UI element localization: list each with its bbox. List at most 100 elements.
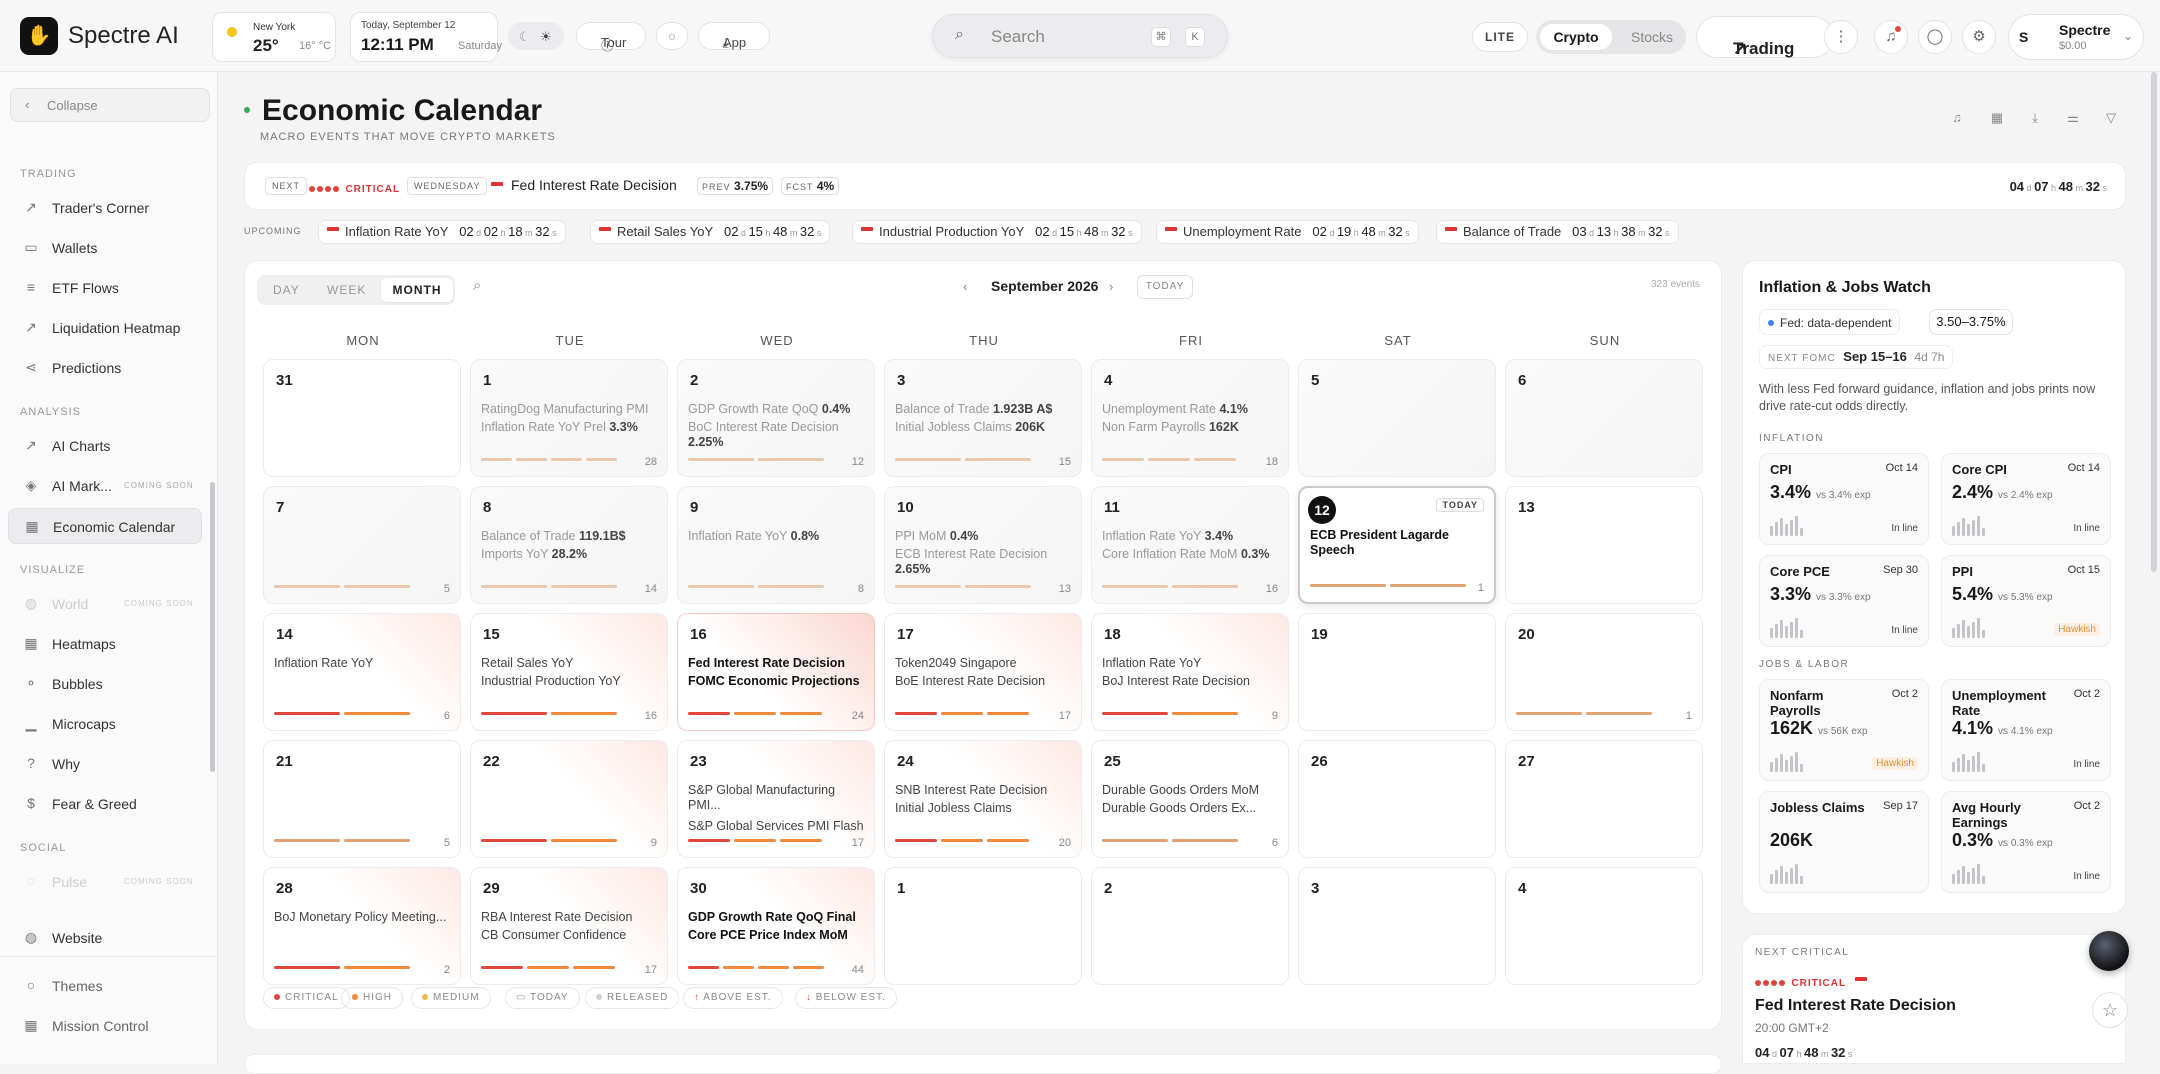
calendar-day-cell[interactable]: 16 Fed Interest Rate Decision FOMC Econom… (677, 613, 875, 731)
upcoming-chip[interactable]: Unemployment Rate 02 d 19 h 48 m 32 s (1156, 220, 1419, 244)
calendar-event[interactable]: SNB Interest Rate Decision (895, 783, 1073, 798)
calendar-event[interactable]: Initial Jobless Claims 206K (895, 420, 1073, 435)
sidebar-item-bubbles[interactable]: ⚬ Bubbles (8, 666, 202, 702)
sidebar-scrollbar[interactable] (210, 482, 215, 772)
calendar-event[interactable]: Inflation Rate YoY (274, 656, 452, 671)
calendar-event[interactable]: FOMC Economic Projections (688, 674, 866, 689)
calendar-day-cell[interactable]: 4 Unemployment Rate 4.1% Non Farm Payrolls… (1091, 359, 1289, 477)
sidebar-item-economic-calendar[interactable]: ▦ Economic Calendar (8, 508, 202, 544)
main-scrollbar[interactable] (2151, 72, 2157, 572)
calendar-event[interactable]: Core PCE Price Index MoM (688, 928, 866, 943)
calendar-event[interactable]: Token2049 Singapore (895, 656, 1073, 671)
legend-critical[interactable]: CRITICAL (263, 987, 350, 1009)
calendar-event[interactable]: Non Farm Payrolls 162K (1102, 420, 1280, 435)
calendar-day-cell[interactable]: 8 Balance of Trade 119.1B$ Imports YoY 28.… (470, 486, 668, 604)
calendar-event[interactable]: Unemployment Rate 4.1% (1102, 402, 1280, 417)
calendar-day-cell[interactable]: 25 Durable Goods Orders MoM Durable Goods… (1091, 740, 1289, 858)
stocks-tab[interactable]: Stocks (1622, 24, 1682, 50)
calendar-day-cell[interactable]: 20 1 (1505, 613, 1703, 731)
calendar-event[interactable]: S&P Global Manufacturing PMI... (688, 783, 866, 813)
calendar-event[interactable]: Durable Goods Orders MoM (1102, 783, 1280, 798)
calendar-day-cell[interactable]: 1 (884, 867, 1082, 985)
sidebar-item-mission-control[interactable]: ▦ Mission Control (8, 1008, 202, 1044)
calendar-icon[interactable]: ▦ (1984, 110, 2010, 134)
calendar-day-cell[interactable]: 17 Token2049 Singapore BoE Interest Rate … (884, 613, 1082, 731)
calendar-day-cell[interactable]: 22 9 (470, 740, 668, 858)
upcoming-chip[interactable]: Balance of Trade 03 d 13 h 38 m 32 s (1436, 220, 1679, 244)
calendar-day-cell[interactable]: 10 PPI MoM 0.4% ECB Interest Rate Decision… (884, 486, 1082, 604)
theme-toggle[interactable]: ☾ ☀ (508, 22, 564, 50)
tour-button[interactable]: ⓘ Tour (576, 22, 646, 53)
next-month-icon[interactable]: › (1109, 279, 1113, 294)
indicator-card[interactable]: Nonfarm Payrolls Oct 2 162K vs 56K exp Hawk… (1759, 679, 1929, 781)
indicator-card[interactable]: Core CPI Oct 14 2.4% vs 2.4% exp In line (1941, 453, 2111, 545)
calendar-event[interactable]: S&P Global Services PMI Flash (688, 819, 866, 834)
calendar-day-cell[interactable]: 2 GDP Growth Rate QoQ 0.4% BoC Interest Ra… (677, 359, 875, 477)
calendar-day-cell[interactable]: 24 SNB Interest Rate Decision Initial Job… (884, 740, 1082, 858)
app-button[interactable]: ⤓ App (698, 22, 770, 50)
assistant-orb[interactable] (2089, 931, 2129, 971)
upcoming-chip[interactable]: Retail Sales YoY 02 d 15 h 48 m 32 s (590, 220, 831, 244)
sidebar-item-traders-corner[interactable]: ↗ Trader's Corner (8, 190, 202, 226)
calendar-day-cell[interactable]: 9 Inflation Rate YoY 0.8% 8 (677, 486, 875, 604)
calendar-day-cell[interactable]: 18 Inflation Rate YoY BoJ Interest Rate D… (1091, 613, 1289, 731)
calendar-day-cell[interactable]: 21 5 (263, 740, 461, 858)
bell-icon[interactable]: ♫ (1874, 20, 1908, 54)
moon-icon[interactable]: ☾ (519, 29, 531, 45)
calendar-day-cell[interactable]: 29 RBA Interest Rate Decision CB Consumer… (470, 867, 668, 985)
upcoming-chip[interactable]: Inflation Rate YoY 02 d 02 h 18 m 32 s (318, 220, 566, 244)
indicator-card[interactable]: Avg Hourly Earnings Oct 2 0.3% vs 0.3% exp… (1941, 791, 2111, 893)
calendar-day-cell[interactable]: 26 (1298, 740, 1496, 858)
status-icon[interactable]: ○ (656, 22, 688, 50)
next-critical-card[interactable]: NEXT CRITICAL CRITICAL Fed Interest Rate… (1742, 934, 2126, 1064)
legend-medium[interactable]: MEDIUM (411, 987, 491, 1009)
calendar-event[interactable]: BoJ Interest Rate Decision (1102, 674, 1280, 689)
account-menu[interactable]: S Spectre $0.00 ⌄ (2008, 14, 2144, 60)
calendar-day-cell[interactable]: 4 (1505, 867, 1703, 985)
lite-button[interactable]: LITE (1472, 22, 1528, 52)
calendar-event[interactable]: Retail Sales YoY (481, 656, 659, 671)
sidebar-item-heatmaps[interactable]: ▦ Heatmaps (8, 626, 202, 662)
calendar-event[interactable]: GDP Growth Rate QoQ Final (688, 910, 866, 925)
sun-icon[interactable]: ☀ (540, 29, 552, 45)
logo-icon[interactable]: ✋ (20, 17, 58, 55)
sidebar-item-liquidation-heatmap[interactable]: ↗ Liquidation Heatmap (8, 310, 202, 346)
trading-button[interactable]: ↗ Trading (1696, 16, 1834, 58)
calendar-event[interactable]: Balance of Trade 1.923B A$ (895, 402, 1073, 417)
sidebar-item-microcaps[interactable]: ▁ Microcaps (8, 706, 202, 742)
collapse-button[interactable]: ‹ Collapse (10, 88, 210, 122)
calendar-day-cell[interactable]: 3 (1298, 867, 1496, 985)
indicator-card[interactable]: Unemployment Rate Oct 2 4.1% vs 4.1% exp In… (1941, 679, 2111, 781)
indicator-card[interactable]: Jobless Claims Sep 17 206K (1759, 791, 1929, 893)
calendar-event[interactable]: Initial Jobless Claims (895, 801, 1073, 816)
sidebar-item-why[interactable]: ? Why (8, 746, 202, 782)
calendar-event[interactable]: ECB Interest Rate Decision 2.65% (895, 547, 1073, 577)
upcoming-chip[interactable]: Industrial Production YoY 02 d 15 h 48 m… (852, 220, 1142, 244)
calendar-event[interactable]: Core Inflation Rate MoM 0.3% (1102, 547, 1280, 562)
calendar-day-cell[interactable]: 5 (1298, 359, 1496, 477)
indicator-card[interactable]: CPI Oct 14 3.4% vs 3.4% exp In line (1759, 453, 1929, 545)
legend-released[interactable]: RELEASED (585, 987, 680, 1009)
calendar-day-cell[interactable]: 1 RatingDog Manufacturing PMI Inflation R… (470, 359, 668, 477)
calendar-event[interactable]: RBA Interest Rate Decision (481, 910, 659, 925)
calendar-event[interactable]: PPI MoM 0.4% (895, 529, 1073, 544)
calendar-event[interactable]: Balance of Trade 119.1B$ (481, 529, 659, 544)
calendar-day-cell[interactable]: 28 BoJ Monetary Policy Meeting... 2 (263, 867, 461, 985)
indicator-card[interactable]: Core PCE Sep 30 3.3% vs 3.3% exp In line (1759, 555, 1929, 647)
view-month[interactable]: MONTH (381, 278, 453, 302)
weather-widget[interactable]: New York 25° 16° °C (212, 12, 336, 62)
calendar-event[interactable]: RatingDog Manufacturing PMI (481, 402, 659, 417)
calendar-day-cell[interactable]: 27 (1505, 740, 1703, 858)
sidebar-item-themes[interactable]: ○ Themes (8, 968, 202, 1004)
calendar-event[interactable]: Inflation Rate YoY (1102, 656, 1280, 671)
legend-high[interactable]: HIGH (341, 987, 403, 1009)
indicator-card[interactable]: PPI Oct 15 5.4% vs 5.3% exp Hawkish (1941, 555, 2111, 647)
calendar-day-cell[interactable]: 19 (1298, 613, 1496, 731)
calendar-day-cell[interactable]: 2 (1091, 867, 1289, 985)
sidebar-item-fear-greed[interactable]: $ Fear & Greed (8, 786, 202, 822)
bell-icon[interactable]: ♫ (1944, 110, 1970, 134)
calendar-day-cell[interactable]: 14 Inflation Rate YoY 6 (263, 613, 461, 731)
calendar-day-cell[interactable]: 15 Retail Sales YoY Industrial Production… (470, 613, 668, 731)
calendar-event[interactable]: BoE Interest Rate Decision (895, 674, 1073, 689)
sidebar-item-predictions[interactable]: ⋖ Predictions (8, 350, 202, 386)
